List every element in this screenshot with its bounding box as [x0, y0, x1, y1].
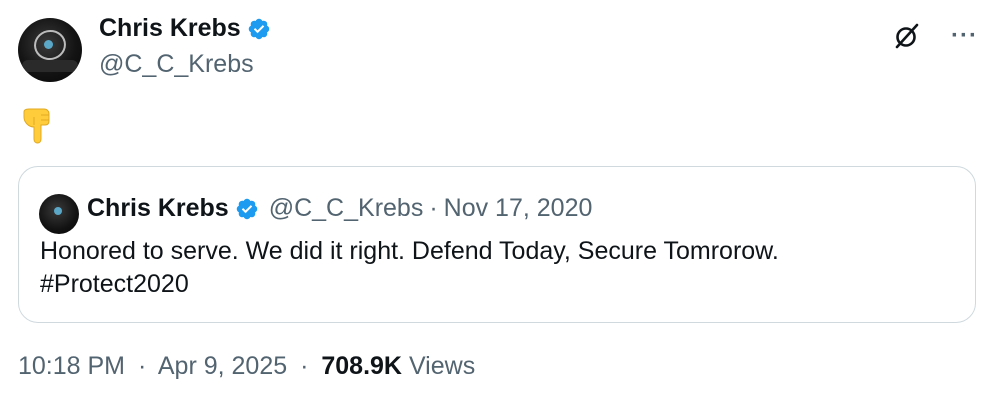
quoted-post[interactable]: Chris Krebs @C_C_Krebs · Nov 17, 2020 Ho… — [18, 166, 976, 323]
author-display-name[interactable]: Chris Krebs — [99, 14, 241, 43]
quoted-post-text: Honored to serve. We did it right. Defen… — [40, 235, 940, 301]
post-meta: 10:18 PM · Apr 9, 2025 · 708.9K Views — [18, 352, 475, 381]
quoted-post-header: Chris Krebs @C_C_Krebs · Nov 17, 2020 — [87, 194, 592, 223]
quoted-text-line-1: Honored to serve. We did it right. Defen… — [40, 237, 779, 265]
meta-separator-1: · — [137, 352, 147, 380]
grok-icon[interactable] — [893, 22, 921, 50]
quoted-avatar-lens — [54, 207, 62, 215]
author-avatar[interactable] — [18, 18, 82, 82]
verified-badge-icon — [236, 198, 257, 219]
quoted-separator: · — [429, 194, 438, 222]
avatar-band — [22, 60, 78, 72]
meta-separator-2: · — [300, 352, 309, 380]
quoted-author-avatar[interactable] — [39, 194, 79, 234]
tweet-actions-top: ··· — [893, 22, 978, 50]
quoted-author-handle[interactable]: @C_C_Krebs — [269, 194, 424, 223]
more-options-icon[interactable]: ··· — [951, 24, 978, 48]
views-count[interactable]: 708.9K — [321, 352, 402, 380]
avatar-lens — [44, 40, 53, 49]
backhand-index-pointing-down-icon — [23, 108, 50, 144]
verified-badge-icon[interactable] — [247, 17, 271, 41]
quoted-text-line-2: #Protect2020 — [40, 270, 189, 298]
post-time[interactable]: 10:18 PM — [18, 352, 125, 380]
author-name-row: Chris Krebs — [99, 14, 271, 43]
quoted-post-date[interactable]: Nov 17, 2020 — [444, 194, 593, 223]
author-handle[interactable]: @C_C_Krebs — [99, 50, 254, 79]
post-date[interactable]: Apr 9, 2025 — [158, 352, 287, 380]
views-label: Views — [408, 352, 476, 380]
quoted-author-display-name[interactable]: Chris Krebs — [87, 194, 229, 223]
